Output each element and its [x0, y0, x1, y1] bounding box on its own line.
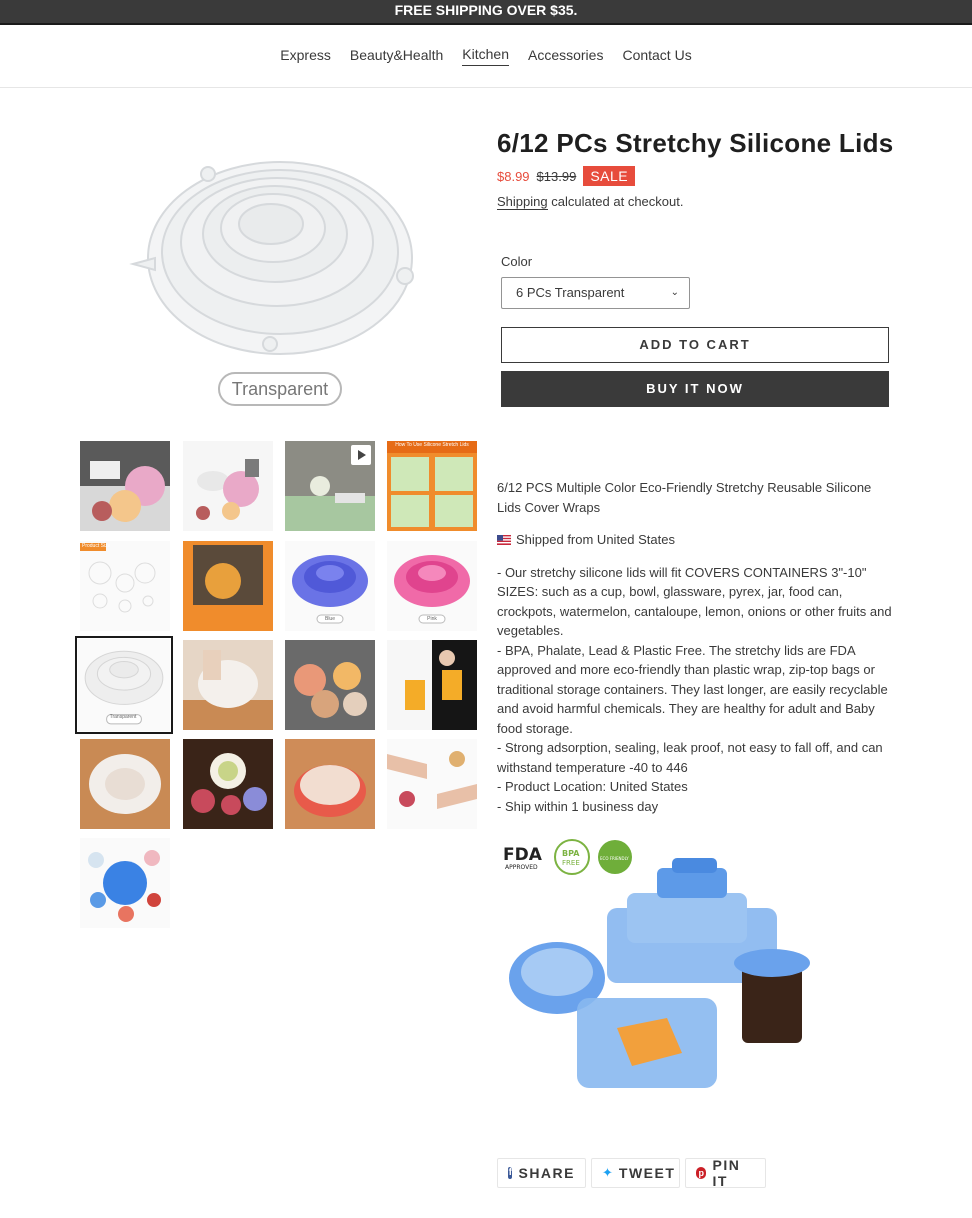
thumbnail-1[interactable]: [80, 441, 170, 531]
description-intro: 6/12 PCS Multiple Color Eco-Friendly Str…: [497, 480, 872, 515]
twitter-icon: ✦: [602, 1165, 613, 1180]
shipping-link[interactable]: Shipping: [497, 194, 548, 210]
thumbnail-6[interactable]: [183, 541, 273, 631]
eco-badge-text: ECO FRIENDLY: [600, 856, 629, 861]
thumbnail-14[interactable]: [183, 739, 273, 829]
share-twitter-button[interactable]: ✦ TWEET: [591, 1158, 680, 1188]
description-bullet-5: - Ship within 1 business day: [497, 798, 659, 814]
us-flag-icon: [497, 535, 511, 545]
thumbnail-4-label: How To Use Silicone Stretch Lids: [395, 442, 469, 448]
nav-express[interactable]: Express: [280, 47, 331, 66]
thumbnail-12[interactable]: [387, 640, 477, 730]
compare-price: $13.99: [536, 168, 577, 184]
share-twitter-label: TWEET: [618, 1165, 676, 1181]
share-pinterest-button[interactable]: p PIN IT: [685, 1157, 766, 1189]
description-bullet-1: - Our stretchy silicone lids will fit CO…: [497, 564, 892, 639]
thumbnail-9-label: Transparent: [109, 714, 137, 720]
shipping-note: Shipping calculated at checkout.: [497, 194, 684, 210]
pinterest-icon: p: [696, 1167, 707, 1179]
announcement-text: FREE SHIPPING OVER $35.: [394, 2, 578, 18]
shipped-from: Shipped from United States: [497, 530, 897, 550]
thumbnail-3-video[interactable]: [285, 441, 375, 531]
fda-badge-text: FDA: [503, 845, 543, 865]
add-to-cart-button[interactable]: ADD TO CART: [501, 327, 889, 363]
shipping-note-text: calculated at checkout.: [547, 194, 684, 209]
main-nav: Express Beauty&Health Kitchen Accessorie…: [0, 25, 972, 88]
share-pinterest-label: PIN IT: [712, 1157, 741, 1189]
description-bullet-4: - Product Location: United States: [497, 779, 688, 794]
sale-price: $8.99: [497, 168, 530, 184]
thumbnail-5-label: Product Size: [82, 543, 111, 549]
bpa-badge-subtext: FREE: [562, 859, 580, 867]
color-select[interactable]: 6 PCs Transparent ⌄: [501, 277, 690, 309]
share-facebook-label: SHARE: [518, 1165, 575, 1181]
nav-kitchen[interactable]: Kitchen: [462, 46, 509, 66]
main-product-image[interactable]: Transparent: [115, 130, 445, 415]
thumbnail-17[interactable]: [80, 838, 170, 928]
product-title: 6/12 PCs Stretchy Silicone Lids: [497, 128, 894, 158]
thumbnail-2[interactable]: [183, 441, 273, 531]
buy-it-now-button[interactable]: BUY IT NOW: [501, 371, 889, 407]
fda-badge-subtext: APPROVED: [505, 864, 538, 871]
color-select-value: 6 PCs Transparent: [516, 285, 625, 300]
promo-product-image: FDA APPROVED BPA FREE ECO FRIENDLY: [497, 838, 847, 1113]
thumbnail-15[interactable]: [285, 739, 375, 829]
chevron-down-icon: ⌄: [670, 287, 679, 298]
thumbnail-13[interactable]: [80, 739, 170, 829]
description-bullet-2: - BPA, Phalate, Lead & Plastic Free. The…: [497, 642, 888, 736]
sale-badge: SALE: [583, 166, 636, 186]
nav-accessories[interactable]: Accessories: [528, 47, 603, 66]
thumbnail-9-transparent[interactable]: Transparent: [75, 636, 173, 734]
main-image-caption: Transparent: [231, 379, 329, 399]
thumbnail-16[interactable]: [387, 739, 477, 829]
nav-contact-us[interactable]: Contact Us: [622, 47, 691, 66]
color-label: Color: [501, 254, 533, 269]
thumbnail-7-label: Blue: [324, 616, 335, 622]
announcement-bar: FREE SHIPPING OVER $35.: [0, 0, 972, 25]
price-row: $8.99 $13.99 SALE: [497, 166, 636, 186]
thumbnail-7-blue[interactable]: Blue: [285, 541, 375, 631]
product-description: 6/12 PCS Multiple Color Eco-Friendly Str…: [497, 478, 897, 816]
thumbnail-11[interactable]: [285, 640, 375, 730]
bpa-badge-text: BPA: [562, 849, 580, 858]
thumbnail-5[interactable]: Product Size: [80, 541, 170, 631]
thumbnail-10[interactable]: [183, 640, 273, 730]
thumbnail-8-pink[interactable]: Pink: [387, 541, 477, 631]
share-facebook-button[interactable]: f SHARE: [497, 1158, 586, 1188]
description-bullet-3: - Strong adsorption, sealing, leak proof…: [497, 740, 883, 775]
facebook-icon: f: [508, 1167, 513, 1179]
shipped-from-text: Shipped from United States: [516, 532, 675, 547]
thumbnail-8-label: Pink: [427, 616, 437, 622]
nav-beauty-health[interactable]: Beauty&Health: [350, 47, 443, 66]
thumbnail-4[interactable]: How To Use Silicone Stretch Lids: [387, 441, 477, 531]
